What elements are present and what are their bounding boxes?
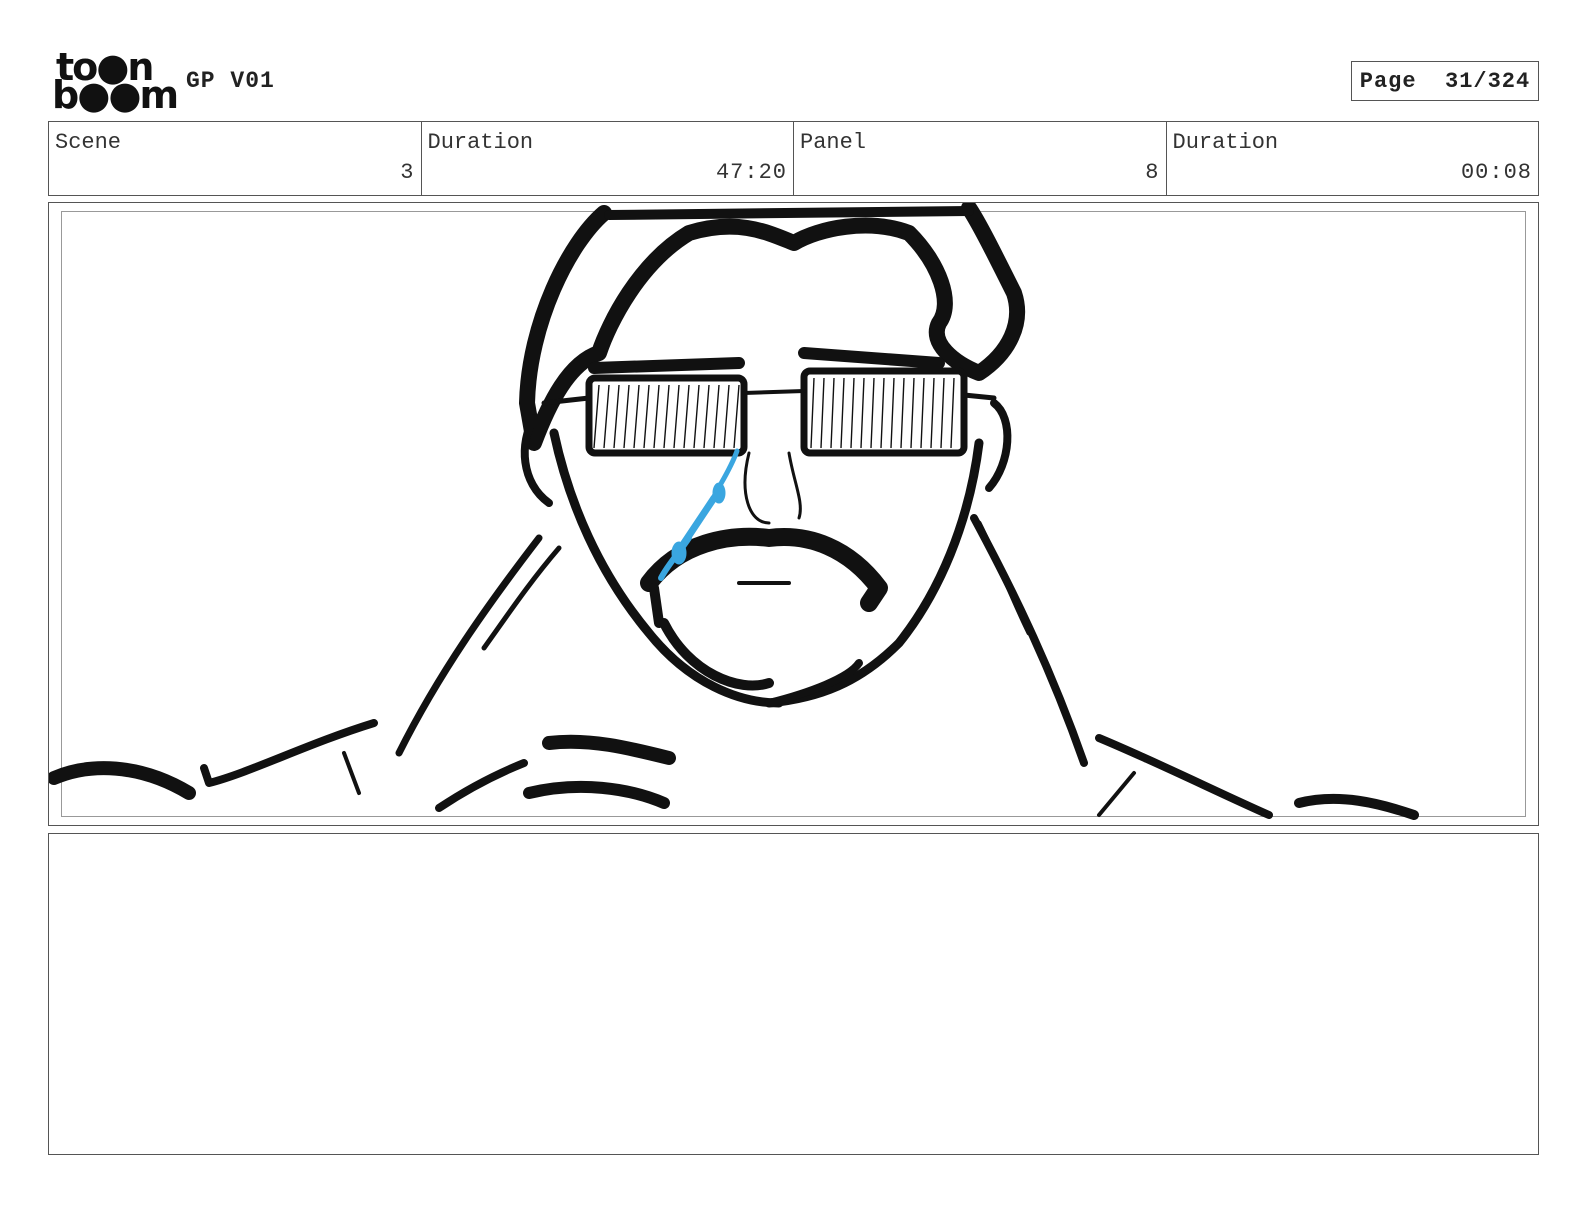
panel-cell: Panel 8 <box>794 122 1167 195</box>
page-indicator: Page 31/324 <box>1351 61 1539 101</box>
panel-info-row: Scene 3 Duration 47:20 Panel 8 Duration … <box>48 121 1539 196</box>
panel-duration-value: 00:08 <box>1460 160 1532 185</box>
panel-label: Panel <box>800 130 867 155</box>
logo-line-2: b●●m <box>52 73 179 117</box>
panel-duration-cell: Duration 00:08 <box>1167 122 1539 195</box>
page-label: Page <box>1359 68 1417 94</box>
scene-duration-cell: Duration 47:20 <box>422 122 794 195</box>
scene-duration-label: Duration <box>427 130 534 155</box>
storyboard-panel <box>48 202 1539 826</box>
scene-cell: Scene 3 <box>49 122 422 195</box>
panel-duration-label: Duration <box>1172 130 1279 155</box>
scene-label: Scene <box>55 130 122 155</box>
panel-value: 8 <box>1145 160 1160 185</box>
panel-notes-area <box>48 833 1539 1155</box>
storyboard-sketch <box>49 203 1419 820</box>
scene-duration-value: 47:20 <box>715 160 787 185</box>
scene-value: 3 <box>400 160 415 185</box>
project-title: GP V01 <box>186 68 275 94</box>
page-number: 31/324 <box>1445 68 1531 94</box>
toonboom-logo: to●n b●●m <box>52 48 179 114</box>
